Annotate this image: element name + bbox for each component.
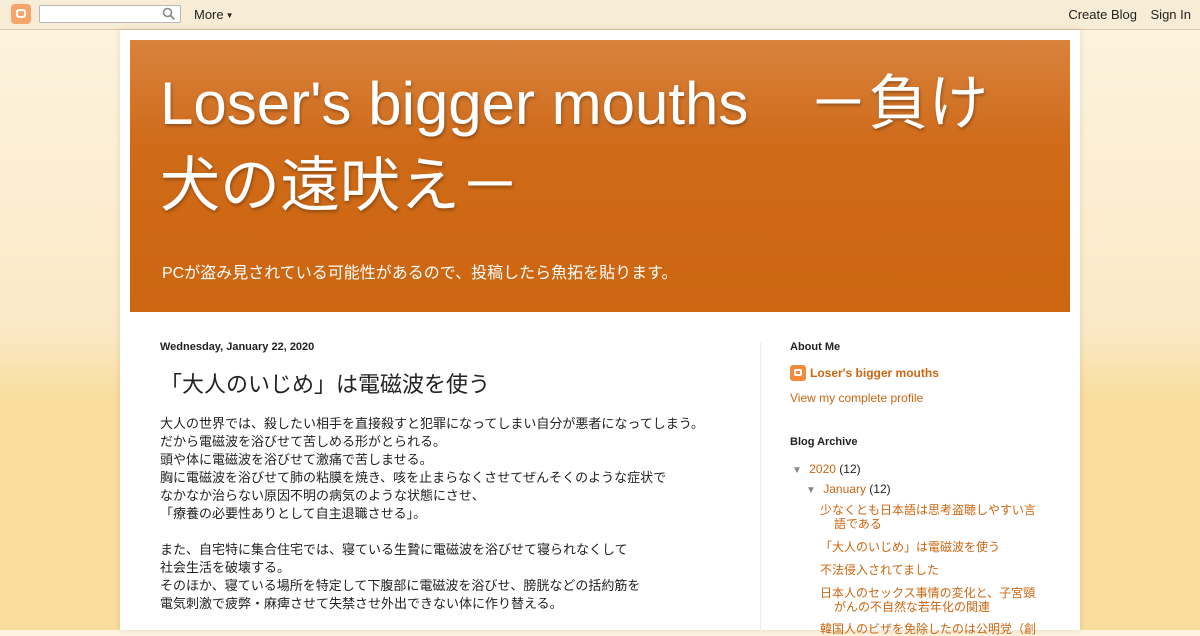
post-text-line: そのほか、寝ている場所を特定して下腹部に電磁波を浴びせ、膀胱などの括約筋を	[160, 578, 641, 593]
archive-post-title-cont: がんの不自然な若年化の関連	[834, 600, 991, 614]
archive-post-title: 不法侵入されてました	[820, 563, 940, 577]
archive-month-link[interactable]: January	[823, 482, 866, 496]
post-text-line: 頭や体に電磁波を浴びせて激痛で苦しませる。	[160, 452, 433, 467]
archive-post-link[interactable]: 「大人のいじめ」は電磁波を使う	[820, 540, 1042, 554]
search-input[interactable]	[40, 6, 166, 22]
archive-post-link[interactable]: 少なくとも日本語は思考盗聴しやすい言 語である	[820, 503, 1042, 531]
create-blog-link[interactable]: Create Blog	[1068, 7, 1137, 22]
archive-post-title-cont: 語である	[834, 517, 882, 531]
archive-post-title: 韓国人のビザを免除したのは公明党（創	[820, 622, 1037, 636]
post-date: Wednesday, January 22, 2020	[160, 341, 315, 353]
about-me-heading: About Me	[790, 341, 841, 353]
archive-post-title: 日本人のセックス事情の変化と、子宮頸	[820, 586, 1036, 600]
view-profile-link[interactable]: View my complete profile	[790, 391, 923, 405]
blogger-logo-icon[interactable]	[11, 4, 31, 24]
post-text-line: だから電磁波を浴びせて苦しめる形がとられる。	[160, 434, 447, 449]
column-divider	[760, 342, 761, 632]
post-text-line: 大人の世界では、殺したい相手を直接殺すと犯罪になってしまい自分が悪者になってしま…	[160, 416, 704, 431]
post-text-line: 電気刺激で疲弊・麻痺させて失禁させ外出できない体に作り替える。	[160, 596, 563, 611]
blog-header: Loser's bigger mouths －負け 犬の遠吠え－ PCが盗み見さ…	[130, 40, 1070, 312]
blog-description: PCが盗み見されている可能性があるので、投稿したら魚拓を貼ります。	[162, 265, 678, 282]
blog-archive-heading: Blog Archive	[790, 436, 858, 448]
archive-month-count: (12)	[869, 482, 891, 496]
blog-title[interactable]: Loser's bigger mouths －負け 犬の遠吠え－	[160, 63, 1020, 227]
post-text-line: 胸に電磁波を浴びせて肺の粘膜を焼き、咳を止まらなくさせてぜんそくのような症状で	[160, 470, 667, 485]
post-text-line: 社会生活を破壊する。	[160, 560, 291, 575]
archive-year: ▼ 2020 (12)	[792, 462, 861, 476]
blog-title-line2: 犬の遠吠え－	[160, 152, 520, 219]
sign-in-link[interactable]: Sign In	[1151, 7, 1191, 22]
archive-post-link[interactable]: 韓国人のビザを免除したのは公明党（創	[820, 622, 1042, 636]
archive-year-link[interactable]: 2020	[809, 462, 836, 476]
post-title[interactable]: 「大人のいじめ」は電磁波を使う	[160, 370, 490, 400]
archive-post-link[interactable]: 不法侵入されてました	[820, 563, 1042, 577]
more-label: More	[194, 7, 224, 22]
profile-blogger-icon	[790, 365, 806, 381]
caret-down-icon: ▼	[225, 11, 234, 20]
search-icon[interactable]	[162, 7, 176, 21]
more-menu-button[interactable]: More ▼	[194, 7, 234, 22]
blogger-navbar: More ▼ Create Blog Sign In	[0, 0, 1200, 30]
post-text-line: また、自宅特に集合住宅では、寝ている生贄に電磁波を浴びせて寝られなくして	[160, 542, 628, 557]
search-box[interactable]	[39, 5, 181, 23]
post-text-line: 「療養の必要性ありとして自主退職させる」。	[160, 506, 427, 521]
archive-month: ▼ January (12)	[806, 482, 891, 496]
archive-post-link[interactable]: 日本人のセックス事情の変化と、子宮頸 がんの不自然な若年化の関連	[820, 586, 1042, 614]
triangle-down-icon[interactable]: ▼	[806, 485, 816, 496]
archive-post-title: 「大人のいじめ」は電磁波を使う	[820, 540, 1001, 554]
content-outer: Loser's bigger mouths －負け 犬の遠吠え－ PCが盗み見さ…	[120, 30, 1080, 636]
blog-title-line1: Loser's bigger mouths －負け	[160, 70, 989, 137]
triangle-down-icon[interactable]: ▼	[792, 465, 802, 476]
post-body: 大人の世界では、殺したい相手を直接殺すと犯罪になってしまい自分が悪者になってしま…	[160, 415, 740, 613]
profile-name-link[interactable]: Loser's bigger mouths	[810, 366, 939, 380]
post-text-line: なかなか治らない原因不明の病気のような状態にさせ、	[160, 488, 485, 503]
archive-post-title: 少なくとも日本語は思考盗聴しやすい言	[820, 503, 1036, 517]
archive-year-count: (12)	[839, 462, 861, 476]
